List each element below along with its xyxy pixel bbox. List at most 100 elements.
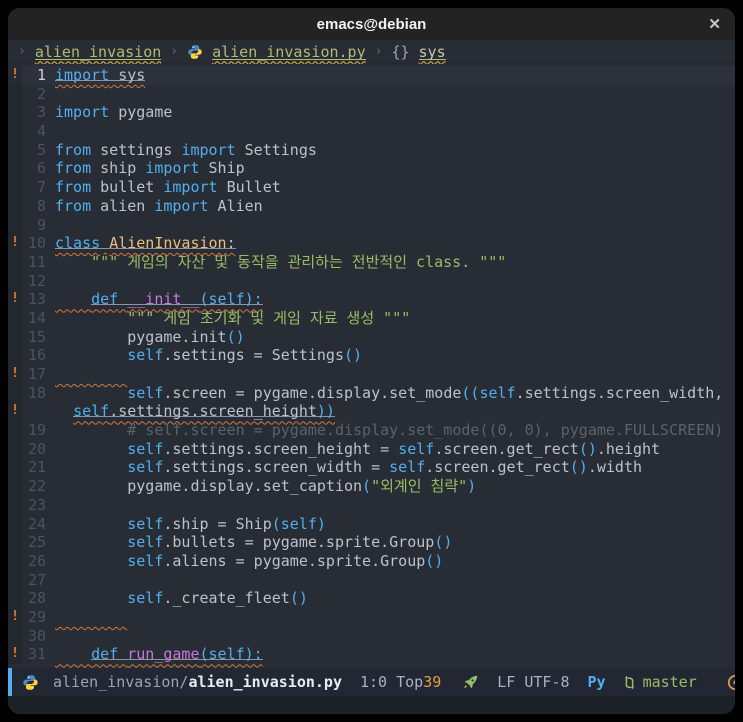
fringe [8, 215, 22, 235]
fringe [8, 589, 22, 608]
code-line[interactable]: 6 from ship import Ship [8, 159, 735, 179]
breadcrumb-project[interactable]: alien_invasion [34, 42, 162, 61]
breadcrumb-file[interactable]: alien_invasion.py [212, 42, 366, 61]
cursor-position[interactable]: 1:0 [360, 673, 387, 691]
code-line[interactable]: 5 from settings import Settings [8, 140, 735, 160]
breadcrumb-symbol[interactable]: sys [418, 42, 446, 61]
fringe [8, 570, 22, 590]
fringe-warning-icon: ! [8, 645, 22, 664]
line-number: 31 [27, 645, 46, 664]
code-text: self.settings.screen_height = self.scree… [127, 439, 661, 458]
code-line[interactable]: 25 self.bullets = pygame.sprite.Group() [8, 533, 735, 552]
fringe-warning-icon: ! [8, 402, 22, 422]
code-line[interactable]: 16 self.settings = Settings() [8, 346, 735, 365]
line-number: 2 [36, 84, 46, 103]
buffer-directory: alien_invasion/ [53, 673, 189, 691]
code-line[interactable]: 11 """ 게임의 자산 및 동작을 관리하는 전반적인 class. """ [8, 252, 735, 272]
code-line[interactable]: 2 [8, 84, 735, 104]
encoding-indicator[interactable]: LF UTF-8 [497, 673, 569, 691]
code-text: import pygame [55, 103, 173, 122]
code-line[interactable]: ! 13 def __init__(self): [8, 290, 735, 309]
fringe-warning-icon: ! [8, 290, 22, 309]
code-line[interactable]: 8 from alien import Alien [8, 196, 735, 216]
echo-area[interactable] [8, 696, 735, 714]
code-line[interactable]: 23 [8, 495, 735, 515]
code-text: self.aliens = pygame.sprite.Group() [127, 551, 444, 570]
fringe [8, 551, 22, 571]
fringe-warning-icon: ! [8, 607, 22, 627]
titlebar[interactable]: emacs@debian ✕ [8, 8, 735, 40]
code-line[interactable]: 27 [8, 570, 735, 590]
clipped-status-icon [727, 674, 735, 691]
code-text: self.screen = pygame.display.set_mode((s… [127, 383, 724, 402]
code-text: from alien import Alien [55, 196, 263, 215]
fringe [8, 271, 22, 291]
code-buffer[interactable]: ! 1 import sys 2 3 import pygame 4 5 from settin… [8, 64, 735, 668]
code-line[interactable]: 22 pygame.display.set_caption("외계인 침략") [8, 477, 735, 496]
line-number: 30 [27, 626, 46, 645]
major-mode[interactable]: Py [588, 673, 606, 691]
code-line[interactable]: 28 self._create_fleet() [8, 589, 735, 608]
code-text: from settings import Settings [55, 140, 317, 159]
code-line[interactable]: ! 31 def run_game(self): [8, 645, 735, 664]
rocket-icon [463, 674, 479, 690]
line-number: 17 [27, 365, 46, 383]
fringe [8, 421, 22, 440]
code-line[interactable]: 15 pygame.init() [8, 327, 735, 347]
code-line[interactable]: 20 self.settings.screen_height = self.sc… [8, 439, 735, 459]
code-line[interactable]: 19 # self.screen = pygame.display.set_mo… [8, 421, 735, 440]
code-line[interactable]: ! 10 class AlienInvasion: [8, 234, 735, 253]
code-line[interactable]: ! self.settings.screen_height)) [8, 402, 735, 422]
emacs-window: emacs@debian ✕ › alien_invasion › alien_… [8, 8, 735, 714]
fringe [8, 383, 22, 403]
code-line[interactable]: 3 import pygame [8, 103, 735, 123]
code-text: """ 게임의 자산 및 동작을 관리하는 전반적인 class. """ [91, 252, 507, 271]
close-icon[interactable]: ✕ [708, 8, 721, 40]
fringe [8, 533, 22, 552]
line-number: 3 [36, 103, 46, 122]
fringe [8, 178, 22, 197]
code-line[interactable]: 24 self.ship = Ship(self) [8, 514, 735, 534]
code-line[interactable]: 30 [8, 626, 735, 646]
fringe [8, 122, 22, 141]
git-branch-icon [624, 675, 634, 689]
fringe [8, 439, 22, 459]
braces-icon: {} [391, 42, 410, 61]
code-line[interactable]: 26 self.aliens = pygame.sprite.Group() [8, 551, 735, 571]
code-line[interactable]: ! 1 import sys [8, 66, 735, 85]
code-line[interactable]: 9 [8, 215, 735, 235]
line-number: 20 [27, 439, 46, 458]
code-line[interactable]: 4 [8, 122, 735, 141]
code-line[interactable]: ! 17 [8, 365, 735, 384]
code-line[interactable]: 12 [8, 271, 735, 291]
code-text: class AlienInvasion: [55, 234, 236, 253]
code-line[interactable]: 21 self.settings.screen_width = self.scr… [8, 458, 735, 478]
code-line[interactable]: 18 self.screen = pygame.display.set_mode… [8, 383, 735, 403]
window-title: emacs@debian [316, 15, 427, 33]
code-text: pygame.display.set_caption("외계인 침략") [55, 477, 477, 496]
line-number: 26 [27, 551, 46, 570]
code-line[interactable]: ! 29 [8, 607, 735, 627]
line-number: 22 [27, 477, 46, 496]
code-text: self.settings = Settings() [127, 346, 363, 365]
fringe [8, 140, 22, 160]
code-rows: ! 1 import sys 2 3 import pygame 4 5 from settin… [8, 66, 735, 664]
modeline-accent-bar [8, 668, 12, 696]
line-number: 21 [27, 458, 46, 477]
line-number [22, 402, 55, 421]
buffer-path[interactable]: alien_invasion/alien_invasion.py [53, 673, 342, 691]
code-text: self.ship = Ship(self) [127, 514, 326, 533]
code-line[interactable]: 7 from bullet import Bullet [8, 178, 735, 197]
git-status[interactable]: master [622, 673, 697, 691]
code-line[interactable]: 14 """ 게임 초기화 및 게임 자료 생성 """ [8, 308, 735, 328]
modeline: alien_invasion/alien_invasion.py 1:0 Top… [8, 668, 735, 696]
line-number: 8 [36, 196, 46, 215]
breadcrumb: › alien_invasion › alien_invasion.py › {… [8, 40, 735, 64]
line-number: 1 [36, 66, 46, 84]
code-text: from bullet import Bullet [55, 178, 281, 197]
line-number: 16 [27, 346, 46, 365]
